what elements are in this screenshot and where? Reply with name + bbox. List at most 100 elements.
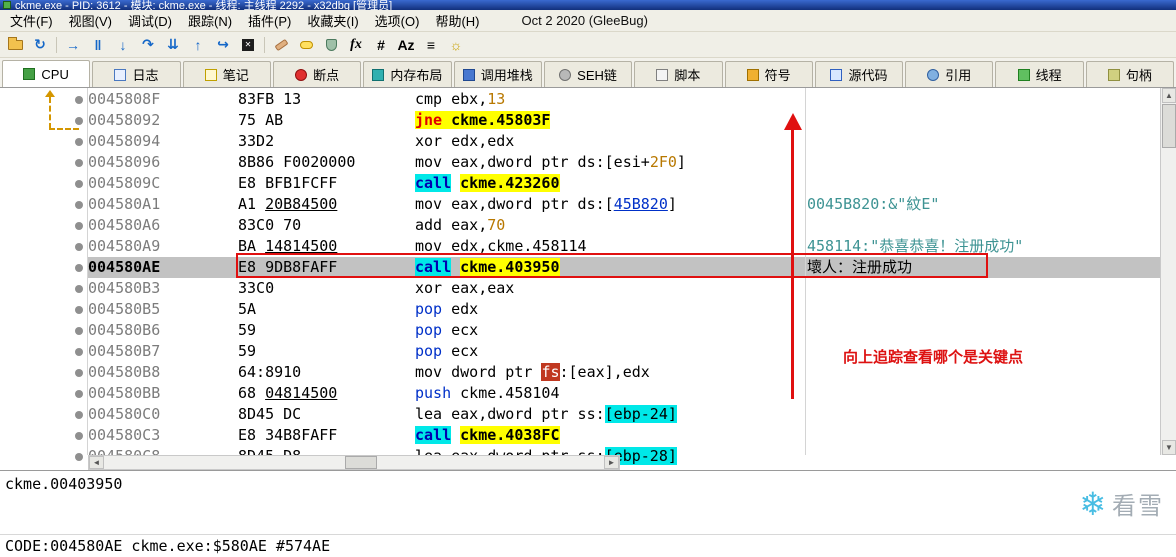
step-out-icon[interactable]: ↑ <box>187 35 209 55</box>
disasm-row[interactable]: 0045808F 83FB 13 cmp ebx,13 <box>0 89 1160 110</box>
step-over-icon[interactable]: ↷ <box>137 35 159 55</box>
comment-cell <box>807 404 1160 425</box>
open-file-icon[interactable] <box>4 35 26 55</box>
instruction-cell: mov eax,dword ptr ds:[esi+2F0] <box>415 153 686 171</box>
run-to-user-icon[interactable]: ↪ <box>212 35 234 55</box>
tab-script[interactable]: 脚本 <box>634 61 723 87</box>
vertical-scroll-thumb[interactable] <box>1162 104 1176 148</box>
breakpoint-dot[interactable] <box>75 347 83 356</box>
disasm-row[interactable]: 004580B6 59 pop ecx <box>0 320 1160 341</box>
column-separator <box>805 88 806 455</box>
disasm-row[interactable]: 004580A1 A1 20B84500 mov eax,dword ptr ds:… <box>0 194 1160 215</box>
log-list-icon[interactable]: ≡ <box>420 35 442 55</box>
horizontal-scrollbar[interactable]: ◄ ► <box>88 455 620 470</box>
breakpoint-dot[interactable] <box>75 200 83 209</box>
tab-memory-map[interactable]: 内存布局 <box>363 61 452 87</box>
tab-source[interactable]: 源代码 <box>814 61 904 87</box>
breakpoint-dot[interactable] <box>75 116 83 125</box>
horizontal-scroll-thumb[interactable] <box>345 456 377 469</box>
breakpoint-dot[interactable] <box>75 263 83 272</box>
bytes-cell: 5A <box>238 300 257 318</box>
bytes-cell: E8 9DB8FAFF <box>238 258 338 276</box>
disasm-row[interactable]: 004580C0 8D45 DC lea eax,dword ptr ss:[ebp… <box>0 404 1160 425</box>
address-cell: 00458094 <box>88 132 161 150</box>
scroll-down-icon[interactable]: ▼ <box>1162 440 1176 455</box>
tab-threads[interactable]: 线程 <box>995 61 1084 87</box>
tab-cpu[interactable]: CPU <box>2 60 91 87</box>
scroll-up-icon[interactable]: ▲ <box>1162 88 1176 103</box>
breakpoint-dot[interactable] <box>75 368 83 377</box>
disasm-row[interactable]: 004580AE E8 9DB8FAFF call ckme.403950 壞人：注册… <box>0 257 1160 278</box>
breakpoint-dot[interactable] <box>75 158 83 167</box>
menu-item-N[interactable]: 跟踪(N) <box>180 8 240 33</box>
step-into-icon[interactable]: ↓ <box>112 35 134 55</box>
tab-log[interactable]: 日志 <box>92 61 181 87</box>
instruction-cell: xor edx,edx <box>415 132 515 150</box>
run-icon[interactable]: → <box>62 35 84 55</box>
breakpoint-dot[interactable] <box>75 179 83 188</box>
preferences-lamp-icon[interactable]: ☼ <box>445 35 467 55</box>
tab-references[interactable]: 引用 <box>905 61 994 87</box>
menu-item-I[interactable]: 收藏夹(I) <box>299 8 366 33</box>
patch-icon[interactable] <box>270 35 292 55</box>
menu-item-V[interactable]: 视图(V) <box>61 8 120 33</box>
disasm-row[interactable]: 004580C3 E8 34B8FAFF call ckme.4038FC <box>0 425 1160 446</box>
disasm-row[interactable]: 004580B3 33C0 xor eax,eax <box>0 278 1160 299</box>
calculator-hash-icon[interactable]: # <box>370 35 392 55</box>
tab-label: 调用堆栈 <box>480 68 533 83</box>
tab-call-stack[interactable]: 调用堆栈 <box>453 61 542 87</box>
restart-icon[interactable]: ↻ <box>29 35 51 55</box>
scroll-right-icon[interactable]: ► <box>604 456 619 469</box>
breakpoint-dot[interactable] <box>75 389 83 398</box>
tab-notes[interactable]: 笔记 <box>182 61 271 87</box>
tab-seh-chain[interactable]: SEH链 <box>543 61 633 87</box>
tab-symbols[interactable]: 符号 <box>724 61 813 87</box>
breakpoint-dot[interactable] <box>75 95 83 104</box>
disasm-row[interactable]: 00458094 33D2 xor edx,edx <box>0 131 1160 152</box>
row-gutter <box>0 299 88 320</box>
breakpoint-dot[interactable] <box>75 326 83 335</box>
breakpoint-dot[interactable] <box>75 431 83 440</box>
comment-icon[interactable] <box>295 35 317 55</box>
row-gutter <box>0 236 88 257</box>
breakpoint-dot[interactable] <box>75 410 83 419</box>
disasm-row[interactable]: 00458096 8B86 F0020000 mov eax,dword ptr d… <box>0 152 1160 173</box>
breakpoint-dot[interactable] <box>75 284 83 293</box>
breakpoint-dot[interactable] <box>75 221 83 230</box>
menu-item-H[interactable]: 帮助(H) <box>427 8 487 33</box>
font-az-icon[interactable]: Az <box>395 35 417 55</box>
breakpoint-icon <box>295 68 308 81</box>
close-icon[interactable]: ✕ <box>237 35 259 55</box>
menu-item-O[interactable]: 选项(O) <box>367 8 428 33</box>
graph-icon[interactable] <box>320 35 342 55</box>
breakpoint-dot[interactable] <box>75 305 83 314</box>
function-fx-icon[interactable]: fx <box>345 35 367 55</box>
vertical-scrollbar[interactable]: ▲ ▼ <box>1160 88 1176 455</box>
tab-breakpoints[interactable]: 断点 <box>272 61 362 87</box>
comment-cell: 壞人：注册成功 <box>807 258 913 276</box>
disasm-row[interactable]: 004580B5 5A pop edx <box>0 299 1160 320</box>
breakpoint-dot[interactable] <box>75 452 83 461</box>
breakpoint-dot[interactable] <box>75 137 83 146</box>
bytes-cell: A1 20B84500 <box>238 195 338 213</box>
instruction-cell: mov dword ptr fs:[eax],edx <box>415 363 650 381</box>
disasm-row[interactable]: 0045809C E8 BFB1FCFF call ckme.423260 <box>0 173 1160 194</box>
tab-handles[interactable]: 句柄 <box>1085 61 1175 87</box>
menu-item-F[interactable]: 文件(F) <box>2 8 61 33</box>
disasm-row[interactable]: 004580BB 68 04814500 push ckme.458104 <box>0 383 1160 404</box>
pause-icon[interactable]: ‖ <box>87 35 109 55</box>
scroll-left-icon[interactable]: ◄ <box>89 456 104 469</box>
bytes-cell: 83FB 13 <box>238 90 302 108</box>
disasm-row[interactable]: 004580A6 83C0 70 add eax,70 <box>0 215 1160 236</box>
breakpoint-dot[interactable] <box>75 242 83 251</box>
animate-icon[interactable]: ⇊ <box>162 35 184 55</box>
address-cell: 004580BB <box>88 384 161 402</box>
comment-cell <box>807 320 1160 341</box>
disassembly-pane[interactable]: 0045808F 83FB 13 cmp ebx,13 00458092 75 AB jn… <box>0 88 1176 471</box>
disasm-row[interactable]: 004580A9 BA 14814500 mov edx,ckme.458114 45… <box>0 236 1160 257</box>
disasm-row[interactable]: 00458092 75 AB jne ckme.45803F <box>0 110 1160 131</box>
handles-icon <box>1107 68 1120 81</box>
menu-item-P[interactable]: 插件(P) <box>240 8 299 33</box>
menu-item-D[interactable]: 调试(D) <box>120 8 180 33</box>
log-icon <box>114 68 127 81</box>
